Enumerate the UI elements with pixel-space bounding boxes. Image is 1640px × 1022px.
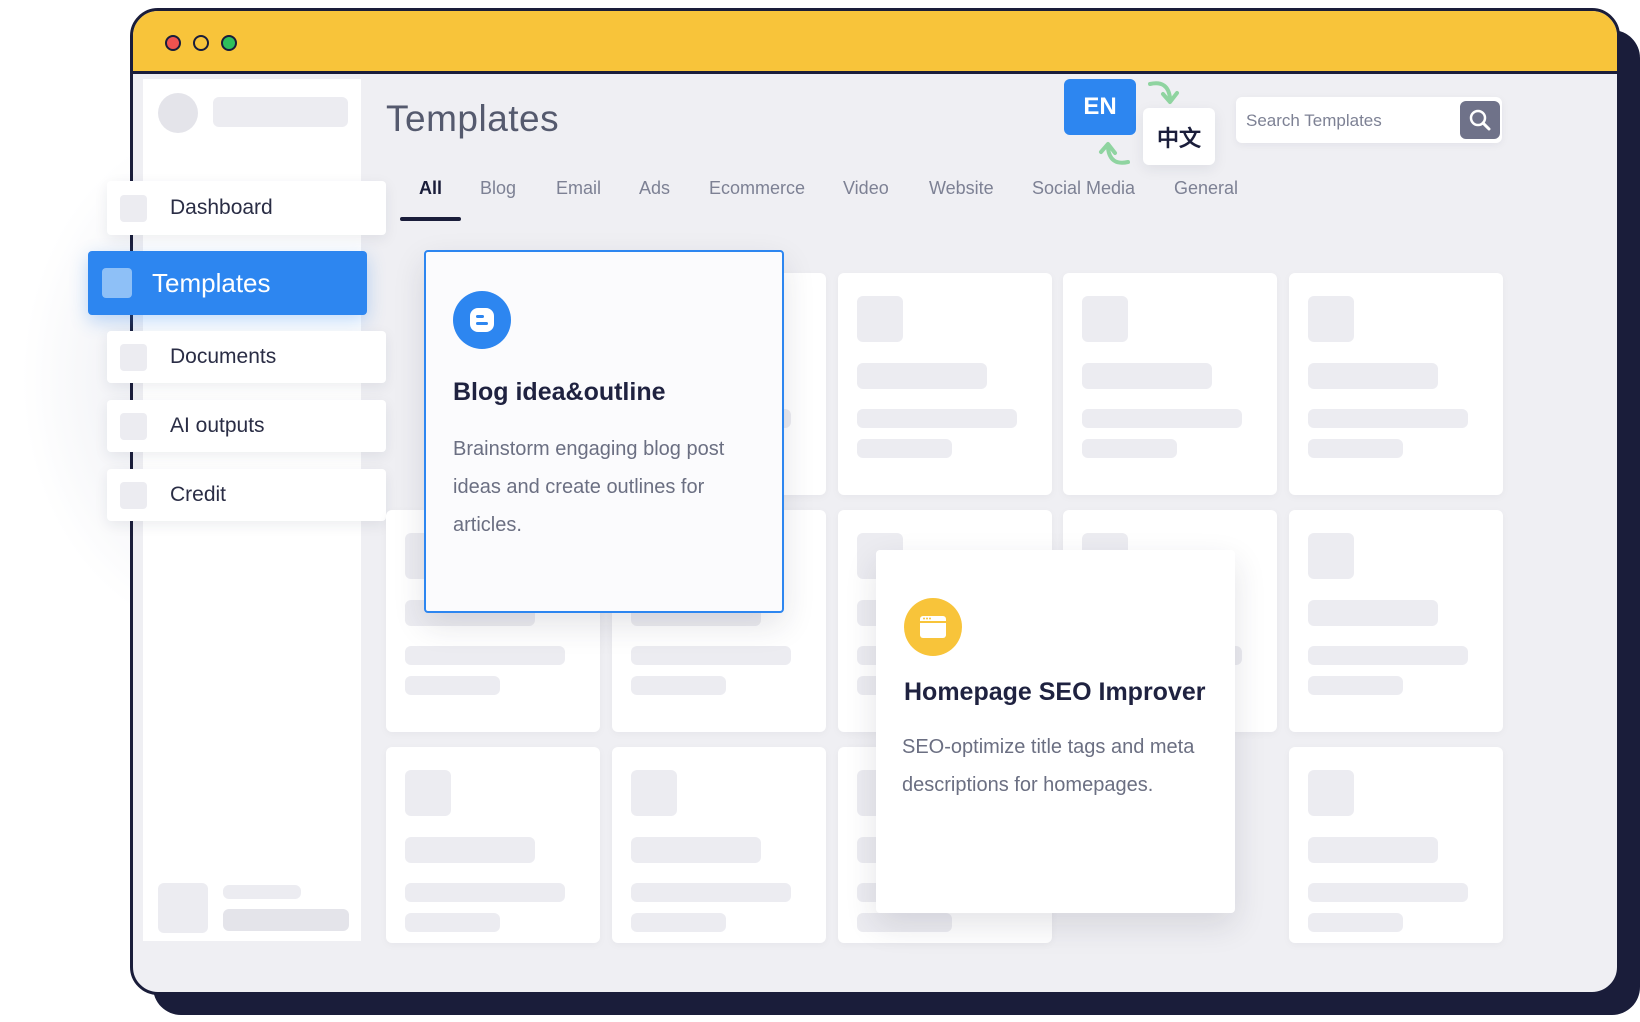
ai-outputs-icon [120, 412, 147, 440]
sidebar-item-credit[interactable]: Credit [107, 469, 386, 521]
page-title: Templates [386, 98, 560, 139]
minimize-window-button[interactable] [193, 35, 209, 51]
maximize-window-button[interactable] [221, 35, 237, 51]
tab-all[interactable]: All [419, 178, 442, 199]
tab-website[interactable]: Website [929, 178, 994, 199]
tab-ads[interactable]: Ads [639, 178, 670, 199]
dashboard-icon [120, 194, 147, 222]
title-bar [133, 11, 1617, 74]
sidebar-item-templates[interactable]: Templates [88, 251, 367, 315]
user-name-placeholder [213, 97, 348, 127]
sidebar-item-label: Documents [170, 345, 277, 368]
search-button[interactable] [1460, 101, 1500, 139]
search-input[interactable] [1244, 103, 1458, 139]
card-description: Brainstorm engaging blog post ideas and … [453, 438, 725, 536]
tab-blog[interactable]: Blog [480, 178, 516, 199]
template-card-placeholder[interactable] [1289, 273, 1503, 495]
active-tab-indicator [400, 217, 461, 221]
switch-arrow-icon [1099, 142, 1130, 165]
template-card-placeholder[interactable] [612, 747, 826, 943]
template-card-placeholder[interactable] [1289, 510, 1503, 732]
template-card-placeholder[interactable] [386, 747, 600, 943]
sidebar-item-label: AI outputs [170, 414, 265, 437]
browser-window-icon [904, 598, 962, 656]
template-card-placeholder[interactable] [1063, 273, 1277, 495]
tab-email[interactable]: Email [556, 178, 601, 199]
sidebar-item-documents[interactable]: Documents [107, 331, 386, 383]
tab-general[interactable]: General [1174, 178, 1238, 199]
templates-icon [102, 268, 132, 298]
sidebar-item-label: Templates [152, 267, 271, 298]
close-window-button[interactable] [165, 35, 181, 51]
card-title: Homepage SEO Improver [904, 678, 1206, 706]
switch-arrow-icon [1148, 81, 1179, 104]
language-option-zh[interactable]: 中文 [1143, 108, 1215, 165]
template-card-placeholder[interactable] [1289, 747, 1503, 943]
template-card-blog-idea-outline[interactable]: Blog idea&outline Brainstorm engaging bl… [424, 250, 784, 613]
documents-icon [120, 343, 147, 371]
search-icon [1469, 109, 1491, 131]
card-description: SEO-optimize title tags and meta descrip… [902, 736, 1195, 796]
card-title: Blog idea&outline [453, 378, 666, 406]
tab-ecommerce[interactable]: Ecommerce [709, 178, 805, 199]
sidebar-item-label: Dashboard [170, 196, 273, 219]
account-avatar-placeholder[interactable] [158, 883, 208, 933]
sidebar-item-label: Credit [170, 483, 227, 506]
language-option-en[interactable]: EN [1064, 79, 1136, 135]
template-card-placeholder[interactable] [838, 273, 1052, 495]
credit-icon [120, 481, 147, 509]
sidebar-item-dashboard[interactable]: Dashboard [107, 181, 386, 235]
template-card-homepage-seo-improver[interactable]: Homepage SEO Improver SEO-optimize title… [876, 550, 1235, 913]
avatar[interactable] [158, 93, 198, 133]
sidebar-item-ai-outputs[interactable]: AI outputs [107, 400, 386, 452]
blogger-icon [453, 291, 511, 349]
account-line-placeholder [223, 909, 349, 931]
tab-social-media[interactable]: Social Media [1032, 178, 1135, 199]
account-line-placeholder [223, 885, 301, 899]
tab-video[interactable]: Video [843, 178, 889, 199]
